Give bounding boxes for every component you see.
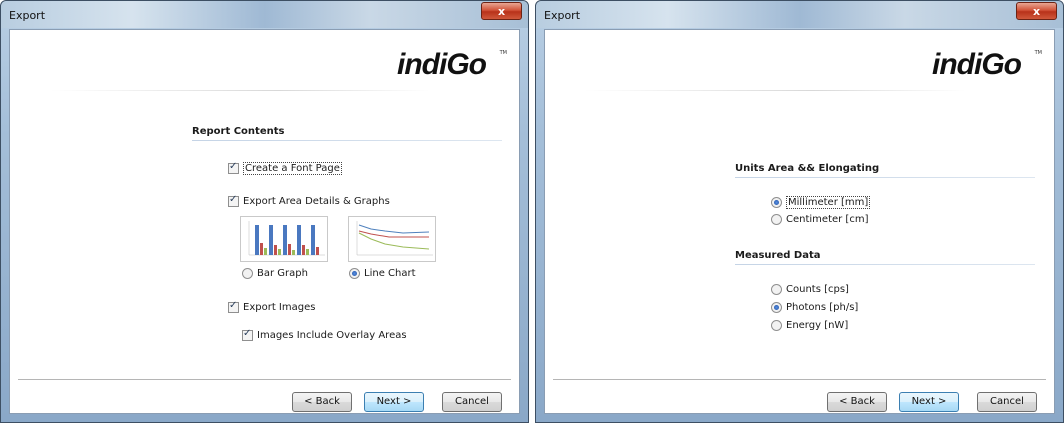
dialog-body: indiGo TM Report Contents Create a Font … bbox=[9, 29, 520, 414]
checkbox-checked-icon[interactable] bbox=[228, 300, 239, 313]
option-export-images[interactable]: Export Images bbox=[228, 300, 316, 313]
radio-unselected-icon[interactable] bbox=[771, 214, 782, 225]
footer-divider bbox=[553, 379, 1046, 380]
close-button[interactable]: x bbox=[481, 2, 522, 20]
radio-photons[interactable]: Photons [ph/s] bbox=[771, 302, 858, 313]
header-divider bbox=[585, 90, 965, 91]
header-divider bbox=[50, 90, 430, 91]
window-title: Export bbox=[544, 9, 581, 22]
option-label: Energy [nW] bbox=[786, 320, 849, 331]
title-bar[interactable]: Export x bbox=[536, 1, 1063, 28]
radio-bar-graph[interactable]: Bar Graph bbox=[242, 268, 308, 279]
option-label: Millimeter [mm] bbox=[786, 196, 871, 209]
option-area-details[interactable]: Export Area Details & Graphs bbox=[228, 194, 390, 207]
radio-counts[interactable]: Counts [cps] bbox=[771, 284, 849, 295]
option-font-page[interactable]: Create a Font Page bbox=[228, 161, 342, 175]
title-bar[interactable]: Export x bbox=[1, 1, 528, 28]
logo-tm: TM bbox=[499, 50, 507, 56]
option-label: Export Images bbox=[243, 302, 316, 313]
section-title-report-contents: Report Contents bbox=[192, 126, 285, 137]
next-button[interactable]: Next > bbox=[899, 392, 959, 412]
option-label: Images Include Overlay Areas bbox=[257, 330, 407, 341]
footer-divider bbox=[18, 379, 511, 380]
radio-unselected-icon[interactable] bbox=[242, 268, 253, 279]
indigo-logo: indiGo TM bbox=[932, 44, 1042, 88]
cancel-button[interactable]: Cancel bbox=[977, 392, 1037, 412]
option-label: Create a Font Page bbox=[243, 162, 342, 175]
checkbox-checked-icon[interactable] bbox=[242, 328, 253, 341]
export-dialog-report: Export x indiGo TM Report Contents Creat… bbox=[0, 0, 529, 423]
indigo-logo: indiGo TM bbox=[397, 44, 507, 88]
cancel-button[interactable]: Cancel bbox=[442, 392, 502, 412]
logo-text: indiGo bbox=[397, 48, 487, 81]
close-button[interactable]: x bbox=[1016, 2, 1057, 20]
option-label: Export Area Details & Graphs bbox=[243, 196, 390, 207]
option-label: Bar Graph bbox=[257, 268, 308, 279]
next-button[interactable]: Next > bbox=[364, 392, 424, 412]
bar-graph-thumbnail[interactable] bbox=[240, 216, 328, 262]
logo-text: indiGo bbox=[932, 48, 1022, 81]
radio-selected-icon[interactable] bbox=[349, 268, 360, 279]
dialog-body: indiGo TM Units Area && Elongating Milli… bbox=[544, 29, 1055, 414]
bar-chart-icon bbox=[248, 221, 325, 256]
radio-selected-icon[interactable] bbox=[771, 302, 782, 313]
option-label: Counts [cps] bbox=[786, 284, 849, 295]
window-title: Export bbox=[9, 9, 46, 22]
section-title-measured-data: Measured Data bbox=[735, 250, 821, 261]
radio-selected-icon[interactable] bbox=[771, 197, 782, 208]
logo-tm: TM bbox=[1034, 50, 1042, 56]
radio-centimeter[interactable]: Centimeter [cm] bbox=[771, 214, 868, 225]
line-chart-thumbnail[interactable] bbox=[348, 216, 436, 262]
back-button[interactable]: < Back bbox=[827, 392, 887, 412]
checkbox-checked-icon[interactable] bbox=[228, 161, 239, 174]
export-dialog-units: Export x indiGo TM Units Area && Elongat… bbox=[535, 0, 1064, 423]
section-rule bbox=[192, 140, 502, 141]
line-chart-icon bbox=[356, 221, 433, 256]
radio-unselected-icon[interactable] bbox=[771, 284, 782, 295]
option-label: Line Chart bbox=[364, 268, 416, 279]
option-label: Centimeter [cm] bbox=[786, 214, 869, 225]
radio-energy[interactable]: Energy [nW] bbox=[771, 320, 848, 331]
radio-line-chart[interactable]: Line Chart bbox=[349, 268, 416, 279]
option-label: Photons [ph/s] bbox=[786, 302, 859, 313]
option-overlay-areas[interactable]: Images Include Overlay Areas bbox=[242, 328, 407, 341]
radio-millimeter[interactable]: Millimeter [mm] bbox=[771, 196, 871, 209]
radio-unselected-icon[interactable] bbox=[771, 320, 782, 331]
section-rule bbox=[735, 177, 1035, 178]
checkbox-checked-icon[interactable] bbox=[228, 194, 239, 207]
section-title-units: Units Area && Elongating bbox=[735, 163, 880, 174]
section-rule bbox=[735, 264, 1035, 265]
back-button[interactable]: < Back bbox=[292, 392, 352, 412]
